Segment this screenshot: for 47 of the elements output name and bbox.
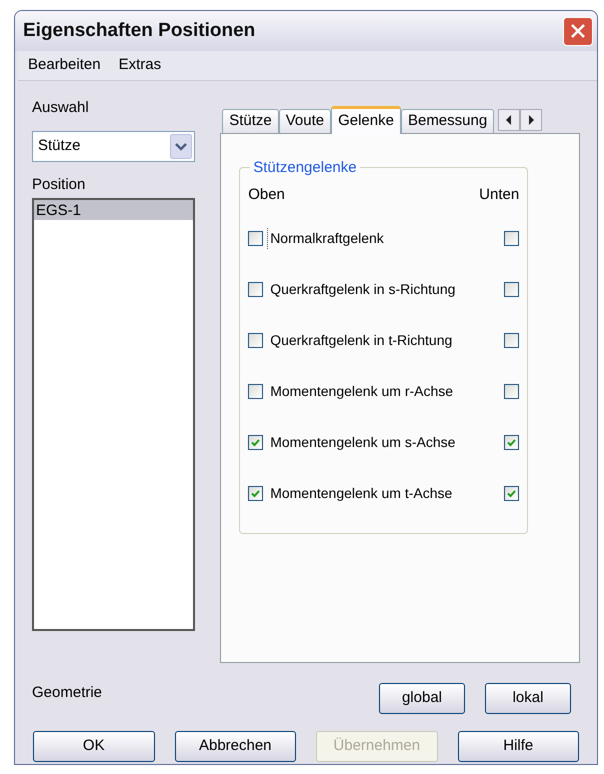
tab[interactable]: Voute bbox=[278, 109, 332, 133]
checkbox-label: Momentengelenk um s-Achse bbox=[269, 432, 456, 452]
left-arrow-icon bbox=[505, 115, 514, 125]
checkbox[interactable] bbox=[248, 434, 264, 450]
auswahl-label: Auswahl bbox=[32, 98, 90, 118]
checkbox[interactable] bbox=[248, 230, 264, 246]
checkbox[interactable] bbox=[504, 282, 520, 296]
checkbox-label: Normalkraftgelenk bbox=[267, 228, 384, 248]
check-icon bbox=[250, 436, 262, 448]
tab[interactable]: Stütze bbox=[222, 109, 279, 133]
dialog-button[interactable]: Abbrechen bbox=[174, 731, 296, 762]
checkbox-label: Querkraftgelenk in s-Richtung bbox=[269, 280, 456, 299]
tab-scroll-left-button[interactable] bbox=[498, 109, 520, 131]
checkbox[interactable] bbox=[248, 384, 264, 398]
menu-item[interactable]: Bearbeiten bbox=[28, 54, 101, 77]
checkbox[interactable] bbox=[504, 230, 520, 246]
checkbox[interactable] bbox=[504, 486, 520, 500]
tab-scroll-right-button[interactable] bbox=[520, 109, 542, 131]
check-icon bbox=[506, 436, 518, 448]
dialog-button[interactable]: OK bbox=[33, 731, 154, 762]
close-icon bbox=[570, 23, 586, 39]
checkbox-label: Momentengelenk um t-Achse bbox=[269, 484, 452, 503]
list-item[interactable]: EGS-1 bbox=[34, 200, 194, 220]
checkbox[interactable] bbox=[504, 384, 520, 398]
checkbox[interactable] bbox=[248, 486, 264, 500]
selection-dropdown[interactable]: Stütze bbox=[32, 131, 196, 162]
right-arrow-icon bbox=[527, 115, 536, 125]
checkbox[interactable] bbox=[248, 332, 264, 348]
tab[interactable]: Bemessung bbox=[400, 109, 494, 133]
column-header: Unten bbox=[479, 185, 520, 205]
checkbox[interactable] bbox=[504, 434, 520, 450]
column-header: Oben bbox=[248, 185, 285, 205]
geometry-button[interactable]: global bbox=[379, 683, 465, 714]
geometry-button[interactable]: lokal bbox=[485, 683, 571, 714]
checkbox-label: Momentengelenk um r-Achse bbox=[269, 382, 454, 401]
checkbox[interactable] bbox=[504, 332, 520, 348]
checkbox-label: Querkraftgelenk in t-Richtung bbox=[269, 330, 452, 350]
position-label: Position bbox=[32, 175, 86, 195]
tab[interactable]: Gelenke bbox=[331, 106, 401, 134]
dialog-button[interactable]: Hilfe bbox=[458, 731, 579, 762]
checkbox[interactable] bbox=[248, 282, 264, 296]
geometrie-label: Geometrie bbox=[32, 683, 102, 704]
close-button[interactable] bbox=[563, 16, 593, 46]
window-title: Eigenschaften Positionen bbox=[23, 18, 256, 43]
menu-item[interactable]: Extras bbox=[118, 54, 162, 77]
check-icon bbox=[506, 488, 518, 498]
check-icon bbox=[250, 488, 262, 498]
